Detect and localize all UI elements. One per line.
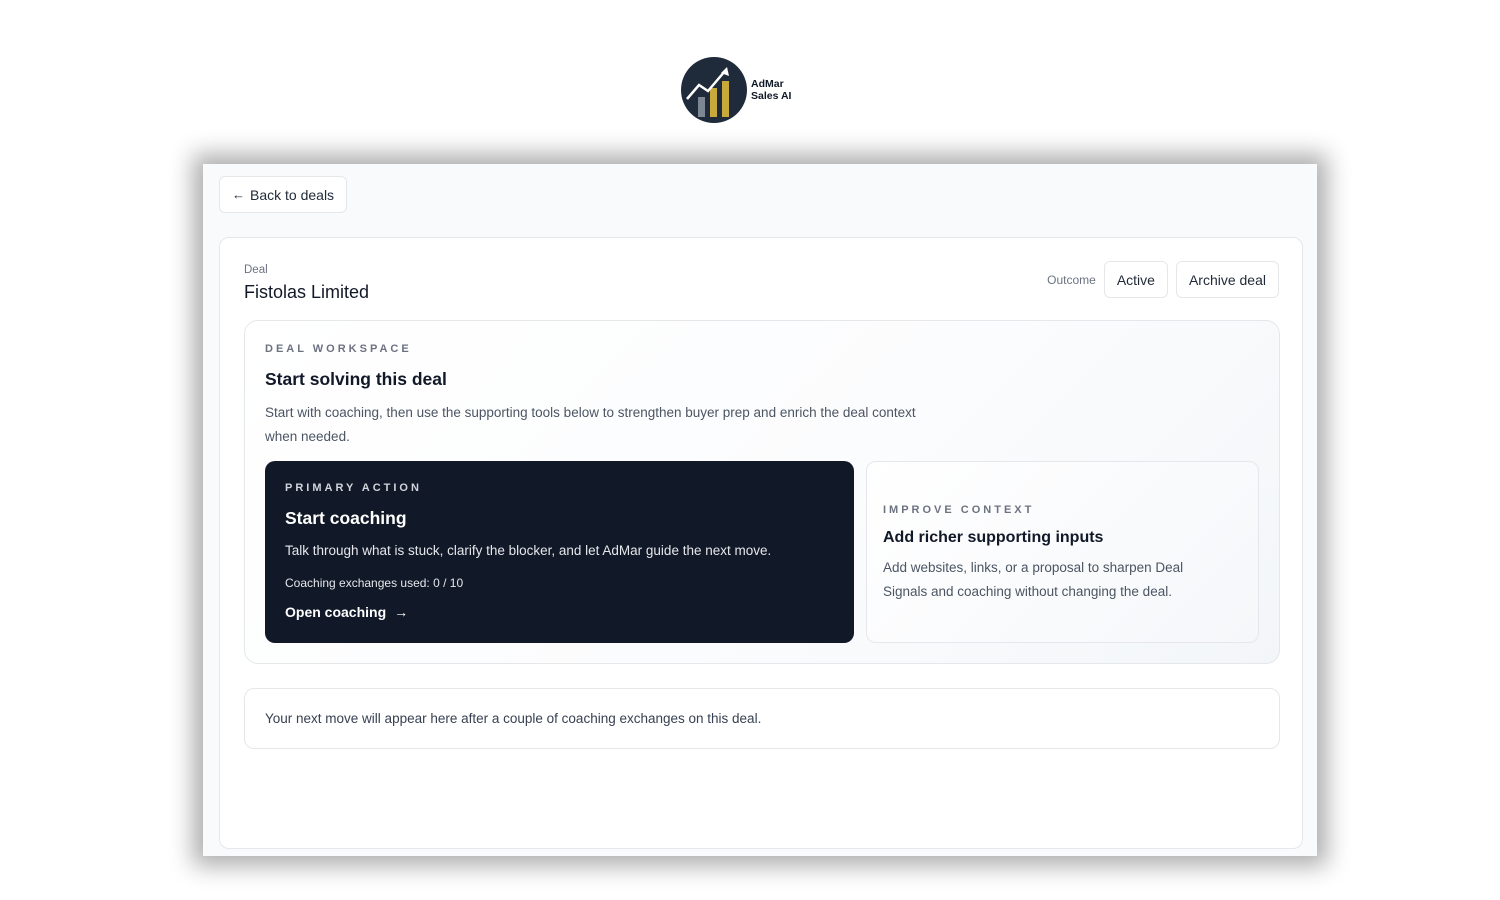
primary-action-title: Start coaching <box>285 508 407 528</box>
open-coaching-label: Open coaching <box>285 604 387 620</box>
workspace-title: Start solving this deal <box>265 369 447 389</box>
brand-line-1: AdMar <box>751 78 784 90</box>
deal-card: Deal Fistolas Limited Outcome Active Arc… <box>219 237 1303 849</box>
back-to-deals-label: Back to deals <box>250 186 335 203</box>
outcome-label: Outcome <box>1047 272 1096 287</box>
primary-action-eyebrow: PRIMARY ACTION <box>285 482 422 494</box>
brand-logo: AdMar Sales AI <box>681 56 801 124</box>
next-move-panel: Your next move will appear here after a … <box>244 688 1280 749</box>
workspace-eyebrow: DEAL WORKSPACE <box>265 343 412 355</box>
coaching-usage: Coaching exchanges used: 0 / 10 <box>285 576 464 590</box>
chart-logo-icon <box>681 57 747 123</box>
primary-action-description: Talk through what is stuck, clarify the … <box>285 543 772 558</box>
app-window: ← Back to deals Deal Fistolas Limited Ou… <box>203 164 1317 856</box>
deal-name: Fistolas Limited <box>244 282 370 302</box>
brand-name: AdMar Sales AI <box>751 78 791 102</box>
arrow-right-icon: → <box>394 604 409 620</box>
improve-context-title: Add richer supporting inputs <box>883 529 1104 546</box>
open-coaching-link[interactable]: Open coaching → <box>285 604 408 620</box>
outcome-controls: Outcome Active Archive deal <box>1047 261 1279 298</box>
outcome-select[interactable]: Active <box>1103 261 1168 298</box>
improve-context-description: Add websites, links, or a proposal to sh… <box>883 560 1184 599</box>
deal-workspace: DEAL WORKSPACE Start solving this deal S… <box>244 320 1280 664</box>
brand-line-2: Sales AI <box>751 90 792 102</box>
next-move-text: Your next move will appear here after a … <box>265 711 762 726</box>
deal-label: Deal <box>244 264 268 276</box>
back-to-deals-button[interactable]: ← Back to deals <box>219 176 348 213</box>
improve-context-card[interactable]: IMPROVE CONTEXT Add richer supporting in… <box>866 461 1259 643</box>
improve-context-eyebrow: IMPROVE CONTEXT <box>883 504 1035 516</box>
workspace-description: Start with coaching, then use the suppor… <box>265 405 916 444</box>
primary-action-card: PRIMARY ACTION Start coaching Talk throu… <box>265 461 854 643</box>
archive-deal-button[interactable]: Archive deal <box>1175 261 1279 298</box>
arrow-left-icon: ← <box>232 187 245 202</box>
